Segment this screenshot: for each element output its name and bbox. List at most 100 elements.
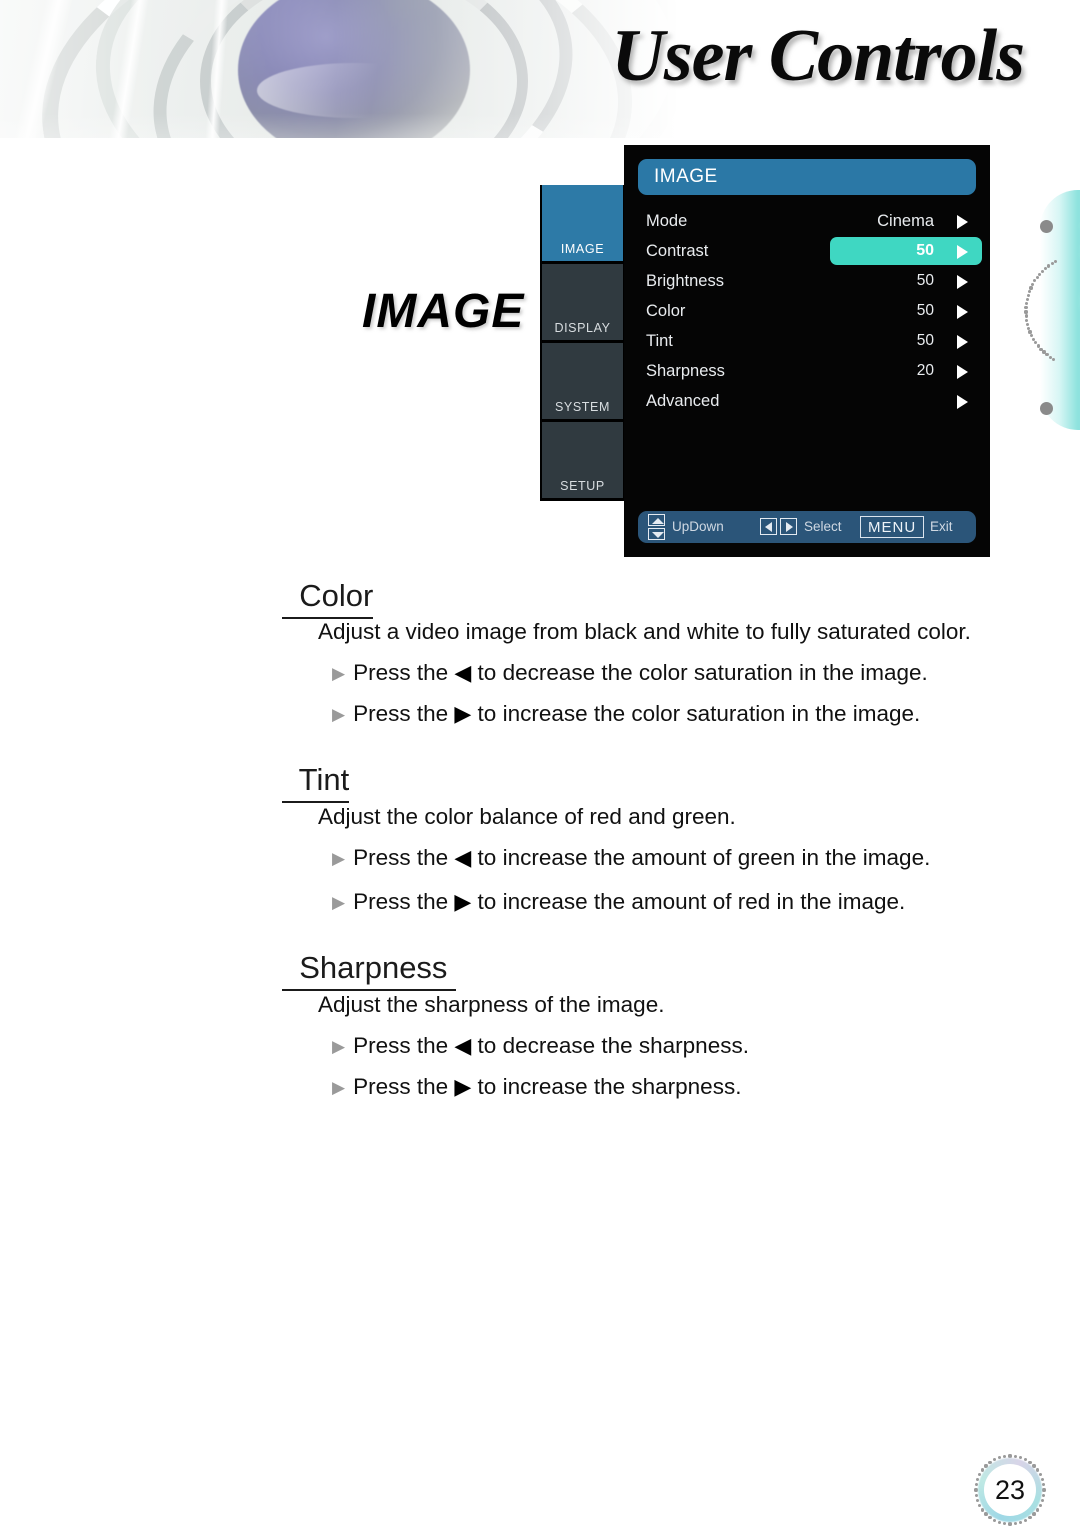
bullet-text-post: to increase the color saturation in the … xyxy=(471,701,921,726)
header-title: User Controls xyxy=(611,15,1025,97)
camera-lens-photo xyxy=(0,0,700,138)
osd-row-value: 50 xyxy=(916,302,934,319)
decorative-dot xyxy=(1041,1493,1046,1497)
updown-icon xyxy=(648,514,665,540)
decorative-dot-large xyxy=(1040,220,1053,233)
osd-row-value: 50 xyxy=(916,242,934,259)
osd-row-value: 50 xyxy=(916,332,934,349)
decorative-dot xyxy=(1043,266,1048,271)
section-heading: Sharpness xyxy=(282,950,457,991)
section-description: Adjust the color balance of red and gree… xyxy=(318,804,736,829)
bullet-text-post: to decrease the color saturation in the … xyxy=(471,660,928,685)
decorative-dot xyxy=(1026,294,1030,298)
select-label: Select xyxy=(804,519,842,534)
decorative-dot xyxy=(1027,290,1031,294)
instruction-bullet: ▶ Press the ▶ to increase the amount of r… xyxy=(332,889,905,915)
decorative-dot xyxy=(1024,302,1029,306)
bullet-text-pre: Press the xyxy=(353,845,455,870)
section-description: Adjust a video image from black and whit… xyxy=(318,619,971,644)
osd-row-advanced[interactable]: Advanced xyxy=(638,387,982,415)
left-arrow-key-icon: ◀ xyxy=(454,660,472,685)
osd-row-label: Brightness xyxy=(646,272,724,290)
decorative-dot xyxy=(1047,264,1051,268)
osd-row-value: 50 xyxy=(916,272,934,289)
osd-tab-setup[interactable]: SETUP xyxy=(542,422,623,498)
bullet-text-pre: Press the xyxy=(353,889,455,914)
language-tab-decoration xyxy=(1018,182,1080,440)
osd-row-brightness[interactable]: Brightness 50 xyxy=(638,267,982,295)
bullet-text-pre: Press the xyxy=(353,660,455,685)
page-title: IMAGE xyxy=(362,285,525,338)
chevron-right-icon[interactable] xyxy=(957,335,968,349)
decorative-dot xyxy=(1038,272,1042,276)
page-header: User Controls xyxy=(0,0,1080,138)
instruction-bullet: ▶ Press the ▶ to increase the color satur… xyxy=(332,701,920,727)
osd-tab-system[interactable]: SYSTEM xyxy=(542,343,623,419)
osd-row-label: Mode xyxy=(646,212,688,230)
bullet-text-pre: Press the xyxy=(353,701,455,726)
bullet-text-pre: Press the xyxy=(353,1074,455,1099)
instruction-bullet: ▶ Press the ◀ to increase the amount of g… xyxy=(332,845,930,871)
osd-row-contrast[interactable]: Contrast 50 xyxy=(638,237,982,265)
bullet-triangle-icon: ▶ xyxy=(332,893,346,912)
osd-title-bar: IMAGE xyxy=(638,159,976,195)
chevron-right-icon[interactable] xyxy=(957,395,968,409)
decorative-dot xyxy=(1025,298,1029,302)
osd-tab-column: IMAGE DISPLAY SYSTEM SETUP xyxy=(540,185,625,501)
instruction-bullet: ▶ Press the ◀ to decrease the color satur… xyxy=(332,660,928,686)
updown-label: UpDown xyxy=(672,519,724,534)
osd-tab-image[interactable]: IMAGE xyxy=(542,185,623,261)
chevron-right-icon[interactable] xyxy=(957,275,968,289)
decorative-dot xyxy=(1035,275,1039,280)
decorative-dot xyxy=(1029,286,1033,290)
osd-row-label: Sharpness xyxy=(646,362,725,380)
left-arrow-key-icon: ◀ xyxy=(454,1033,472,1058)
decorative-dot xyxy=(1052,357,1056,361)
decorative-dot xyxy=(1024,314,1028,318)
osd-panel: IMAGE Mode Cinema Contrast 50 Brightness 50 Co… xyxy=(624,145,990,557)
osd-row-tint[interactable]: Tint 50 xyxy=(638,327,982,355)
chevron-right-icon[interactable] xyxy=(957,245,968,259)
decorative-dot xyxy=(1003,1521,1007,1526)
osd-row-label: Tint xyxy=(646,332,673,350)
menu-key-label: MENU xyxy=(860,516,925,538)
right-arrow-key-icon: ▶ xyxy=(454,1074,472,1099)
bullet-text-post: to increase the amount of green in the i… xyxy=(471,845,931,870)
decorative-dot xyxy=(1040,269,1045,273)
bullet-text-post: to increase the amount of red in the ima… xyxy=(471,889,906,914)
osd-row-label: Advanced xyxy=(646,392,720,410)
decorative-dot xyxy=(1033,279,1037,283)
section-description: Adjust the sharpness of the image. xyxy=(318,992,665,1017)
page-number-value: 23 xyxy=(994,1475,1026,1505)
left-arrow-key-icon: ◀ xyxy=(454,845,472,870)
decorative-dot xyxy=(1025,318,1029,322)
bullet-triangle-icon: ▶ xyxy=(332,664,346,683)
bullet-triangle-icon: ▶ xyxy=(332,1078,346,1097)
bullet-triangle-icon: ▶ xyxy=(332,705,346,724)
osd-row-sharpness[interactable]: Sharpness 20 xyxy=(638,357,982,385)
page-number-badge: 23 xyxy=(974,1454,1046,1526)
bullet-text-post: to decrease the sharpness. xyxy=(471,1033,749,1058)
decorative-dot xyxy=(1024,310,1028,314)
osd-row-value: 20 xyxy=(916,362,934,379)
instruction-bullet: ▶ Press the ◀ to decrease the sharpness. xyxy=(332,1033,749,1059)
osd-menu-screenshot: IMAGE DISPLAY SYSTEM SETUP IMAGE Mode Cinema… xyxy=(540,145,990,557)
decorative-dot xyxy=(1030,334,1034,338)
right-arrow-key-icon: ▶ xyxy=(454,701,472,726)
chevron-right-icon[interactable] xyxy=(957,215,968,229)
decorative-dot xyxy=(1042,1488,1046,1492)
decorative-dot xyxy=(1013,1521,1017,1526)
osd-tab-display[interactable]: DISPLAY xyxy=(542,264,623,340)
chevron-right-icon[interactable] xyxy=(957,305,968,319)
decorative-dot xyxy=(1027,326,1031,330)
bullet-text-post: to increase the sharpness. xyxy=(471,1074,742,1099)
osd-row-color[interactable]: Color 50 xyxy=(638,297,982,325)
osd-row-value: Cinema xyxy=(877,212,934,230)
osd-row-mode[interactable]: Mode Cinema xyxy=(638,207,982,235)
section-heading: Color xyxy=(282,578,374,619)
bullet-triangle-icon: ▶ xyxy=(332,849,346,868)
decorative-dot-large xyxy=(1040,402,1053,415)
instruction-bullet: ▶ Press the ▶ to increase the sharpness. xyxy=(332,1074,741,1100)
chevron-right-icon[interactable] xyxy=(957,365,968,379)
decorative-dot xyxy=(1028,330,1032,334)
